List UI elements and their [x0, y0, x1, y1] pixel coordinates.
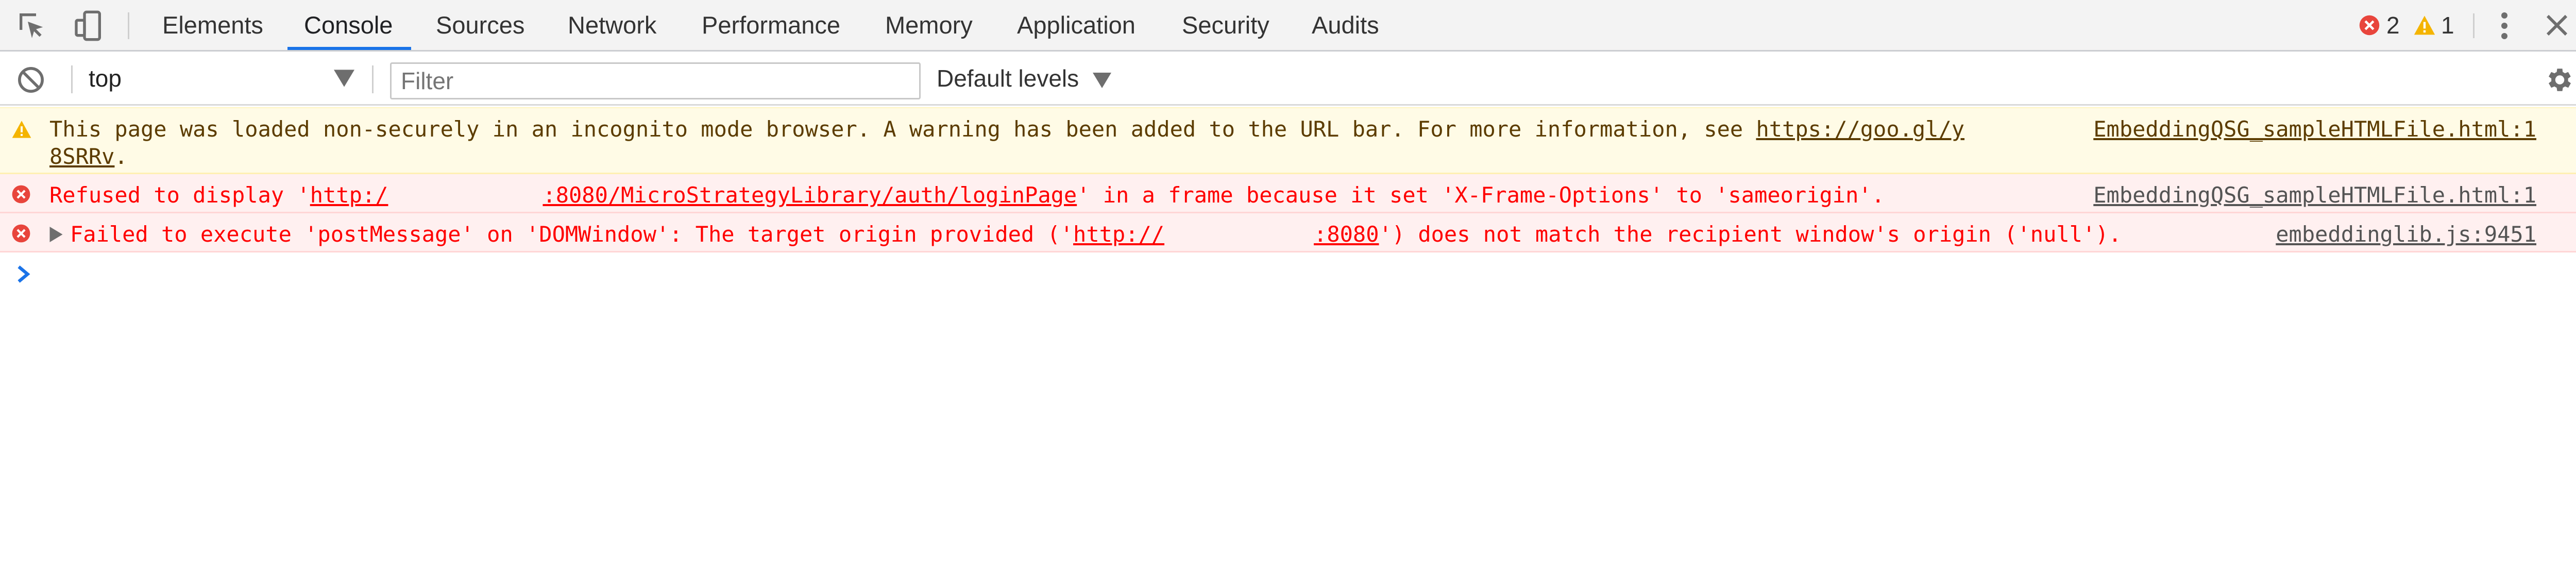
tab-network[interactable]: Network: [568, 0, 656, 50]
tab-performance[interactable]: Performance: [702, 0, 840, 50]
error-count: 2: [2386, 12, 2400, 39]
tab-memory[interactable]: Memory: [885, 0, 973, 50]
warning-source-link[interactable]: EmbeddingQSG_sampleHTMLFile.html:1: [2093, 115, 2536, 143]
expand-triangle-icon[interactable]: [49, 227, 63, 242]
error-url-link[interactable]: http://: [1073, 222, 1164, 247]
error-icon: [2359, 15, 2380, 36]
warning-count: 1: [2441, 12, 2454, 39]
error-text: Refused to display 'http:/:8080/MicroStr…: [49, 182, 1885, 208]
tab-security[interactable]: Security: [1182, 0, 1269, 50]
error-count-badge[interactable]: 2: [2359, 11, 2400, 39]
warning-icon: [12, 121, 31, 138]
toolbar-divider: [2473, 13, 2475, 38]
tab-application[interactable]: Application: [1017, 0, 1136, 50]
more-options-icon[interactable]: [2497, 10, 2512, 41]
filter-input[interactable]: [390, 62, 921, 99]
console-warning-message: This page was loaded non-securely in an …: [0, 107, 2576, 174]
error-icon: [12, 224, 30, 243]
context-value: top: [89, 65, 122, 92]
error-url-link[interactable]: :8080/MicroStrategyLibrary/auth/loginPag…: [543, 182, 1077, 208]
device-toolbar-icon[interactable]: [72, 9, 105, 42]
devtools-tabbar: Elements Console Sources Network Perform…: [0, 0, 2576, 52]
console-prompt-chevron-icon[interactable]: [15, 264, 31, 284]
tab-elements[interactable]: Elements: [162, 0, 263, 50]
dropdown-arrow-icon: [1092, 72, 1111, 88]
toolbar-divider: [372, 65, 374, 93]
error-source-link[interactable]: EmbeddingQSG_sampleHTMLFile.html:1: [2093, 181, 2536, 209]
console-error-message: Refused to display 'http:/:8080/MicroStr…: [0, 174, 2576, 213]
log-levels-label: Default levels: [937, 65, 1079, 92]
error-url-link[interactable]: :8080: [1314, 222, 1379, 247]
error-source-link[interactable]: embeddinglib.js:9451: [2276, 221, 2536, 248]
warning-link[interactable]: https://goo.gl/y: [1756, 116, 1964, 142]
tab-audits[interactable]: Audits: [1312, 0, 1379, 50]
clear-console-icon[interactable]: [16, 65, 45, 94]
warning-icon: [2414, 15, 2435, 35]
warning-text: This page was loaded non-securely in an …: [49, 116, 1965, 169]
console-error-message: Failed to execute 'postMessage' on 'DOMW…: [0, 213, 2576, 252]
active-tab-indicator: [287, 47, 411, 50]
dropdown-arrow-icon[interactable]: [334, 70, 354, 87]
context-selector[interactable]: top: [89, 64, 122, 92]
inspect-element-icon[interactable]: [15, 9, 48, 42]
log-levels-dropdown[interactable]: Default levels: [937, 64, 1111, 92]
warning-link-continuation[interactable]: 8SRRv: [49, 144, 114, 169]
error-icon: [12, 185, 30, 204]
error-url-link[interactable]: http:/: [310, 182, 388, 208]
toolbar-divider: [128, 12, 129, 39]
console-settings-gear-icon[interactable]: [2543, 64, 2574, 95]
warning-count-badge[interactable]: 1: [2413, 11, 2454, 39]
tab-sources[interactable]: Sources: [436, 0, 524, 50]
error-text: Failed to execute 'postMessage' on 'DOMW…: [70, 222, 2122, 247]
console-toolbar: top Default levels: [0, 53, 2576, 106]
close-icon[interactable]: [2543, 11, 2571, 39]
toolbar-divider: [71, 65, 73, 93]
tab-console[interactable]: Console: [304, 0, 393, 50]
